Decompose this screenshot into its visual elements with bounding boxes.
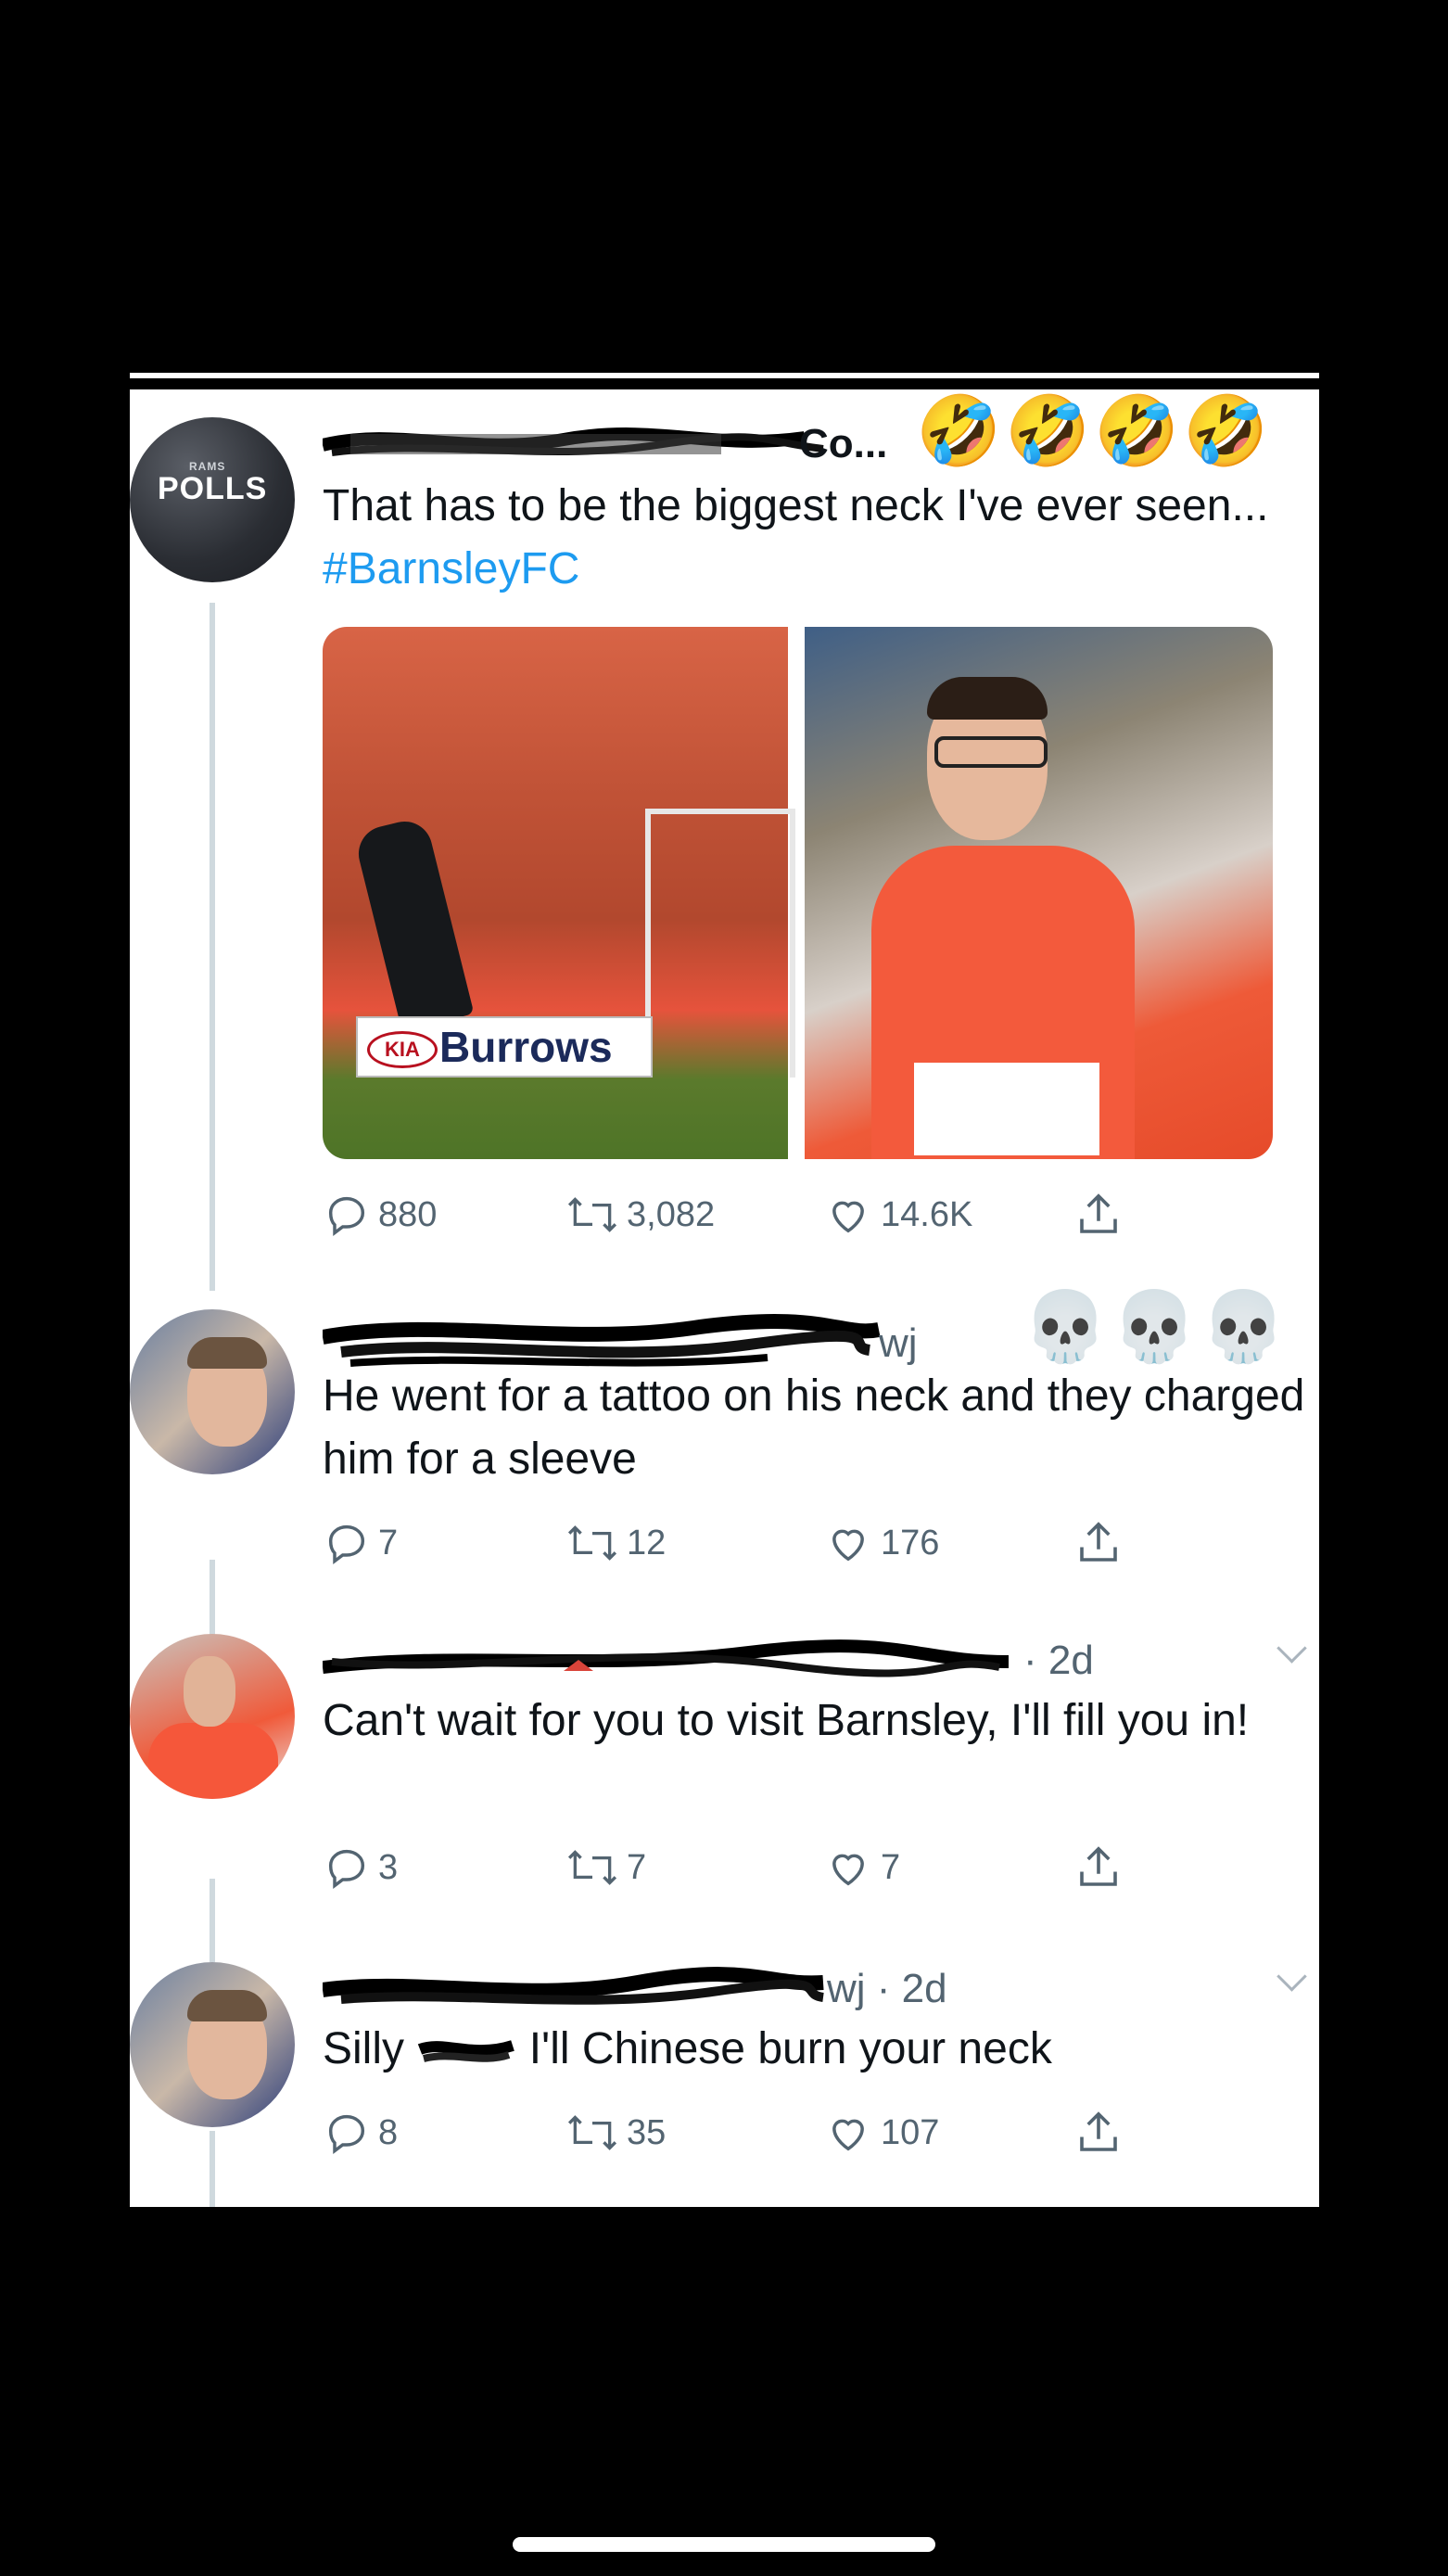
avatar[interactable]: RAMS POLLS: [130, 417, 295, 582]
share-button[interactable]: [1073, 1187, 1124, 1243]
avatar-hair: [187, 1990, 267, 2021]
tweet-text: He went for a tattoo on his neck and the…: [323, 1371, 1305, 1484]
like-count: 14.6K: [881, 1194, 973, 1234]
manager-figure: [352, 815, 475, 1032]
retweet-button[interactable]: 35: [565, 2105, 666, 2161]
share-button[interactable]: [1073, 1515, 1124, 1571]
avatar[interactable]: [130, 1634, 295, 1799]
retweet-icon: [567, 1850, 617, 1885]
tweet-text: That has to be the biggest neck I've eve…: [323, 475, 1305, 601]
board-text: Burrows: [439, 1023, 613, 1071]
tweet-body: That has to be the biggest neck I've eve…: [323, 481, 1269, 530]
tweet-actions: 880 3,082 14.6K: [323, 1187, 1250, 1243]
reply-button[interactable]: 8: [323, 2105, 398, 2161]
tweet-media[interactable]: KIA Burrows: [323, 627, 1273, 1159]
retweet-count: 3,082: [627, 1194, 716, 1234]
timestamp[interactable]: wj · 2d: [827, 1966, 947, 2012]
like-button[interactable]: 176: [823, 1515, 939, 1571]
retweet-icon: [567, 2115, 617, 2150]
share-icon: [1080, 1193, 1117, 1233]
like-count: 176: [881, 1523, 940, 1562]
redaction-scribble: [323, 427, 824, 456]
like-count: 107: [881, 2112, 940, 2152]
tweet-text: Can't wait for you to visit Barnsley, I'…: [323, 1696, 1250, 1745]
like-icon: [832, 1529, 864, 1562]
tweet-actions: 8 35 107: [323, 2105, 1250, 2161]
emoji-overlay: 🤣🤣🤣🤣: [916, 392, 1273, 469]
tweet-header: wj 💀💀💀 💀: [323, 1288, 1319, 1367]
reply-count: 880: [378, 1194, 438, 1234]
top-divider: [130, 373, 1319, 378]
share-icon: [1080, 2111, 1117, 2151]
retweet-icon: [567, 1525, 617, 1561]
thread-line: [210, 2131, 215, 2207]
retweet-count: 7: [627, 1847, 647, 1887]
kia-logo: KIA: [367, 1031, 438, 1068]
emoji-overlay: 💀💀💀 💀: [1022, 1288, 1319, 1365]
redaction-scribble: [323, 1967, 824, 2005]
hashtag-link[interactable]: #BarnsleyFC: [323, 544, 579, 593]
reply-count: 3: [378, 1847, 399, 1887]
chevron-down-icon[interactable]: [1277, 1633, 1307, 1664]
reply-button[interactable]: 880: [323, 1187, 437, 1243]
advertising-board: KIA Burrows: [356, 1016, 653, 1078]
reply-button[interactable]: 3: [323, 1840, 398, 1895]
reply-icon: [328, 1849, 365, 1889]
shirt-sponsor: [914, 1063, 1099, 1155]
retweet-count: 35: [627, 2112, 667, 2152]
share-icon: [1080, 1846, 1117, 1886]
like-button[interactable]: 14.6K: [823, 1187, 972, 1243]
reply-icon: [328, 2114, 365, 2154]
user-name[interactable]: Co...: [799, 421, 887, 467]
goal-frame: [645, 809, 795, 1078]
retweet-button[interactable]: 3,082: [565, 1187, 715, 1243]
thread-line: [210, 1879, 215, 1962]
avatar-hair: [187, 1337, 267, 1369]
timestamp[interactable]: · 2d: [1023, 1638, 1094, 1684]
reply-count: 8: [378, 2112, 399, 2152]
retweet-icon: [567, 1197, 617, 1232]
tweet-body-end: I'll Chinese burn your neck: [528, 2024, 1052, 2073]
tweet-body-start: Silly: [323, 2024, 405, 2073]
reply-button[interactable]: 7: [323, 1515, 398, 1571]
redaction-scribble: [323, 1639, 1010, 1677]
thread-line: [210, 603, 215, 1291]
fan-hair: [927, 677, 1048, 720]
retweet-button[interactable]: 7: [565, 1840, 646, 1895]
like-button[interactable]: 7: [823, 1840, 900, 1895]
tweet-text: Silly I'll Chinese burn your neck: [323, 2018, 1305, 2081]
tweet-header: · 2d: [323, 1633, 1319, 1690]
tweet-header: wj · 2d: [323, 1961, 1319, 2018]
like-icon: [832, 2119, 864, 2151]
user-handle[interactable]: wj: [879, 1320, 918, 1367]
reply-count: 7: [378, 1523, 399, 1562]
tweet-actions: 3 7 7: [323, 1840, 1250, 1895]
thread-line: [210, 1560, 215, 1643]
tweet-header: Co... 🤣🤣🤣🤣: [323, 392, 1319, 473]
chevron-down-icon[interactable]: [1277, 1961, 1307, 1992]
avatar[interactable]: [130, 1309, 295, 1474]
like-icon: [832, 1854, 864, 1886]
fan-photo[interactable]: [805, 627, 1273, 1159]
like-count: 7: [881, 1847, 901, 1887]
like-icon: [832, 1201, 864, 1233]
retweet-button[interactable]: 12: [565, 1515, 666, 1571]
avatar-face: [184, 1656, 235, 1727]
share-button[interactable]: [1073, 2105, 1124, 2161]
avatar[interactable]: [130, 1962, 295, 2127]
reply-icon: [328, 1524, 365, 1564]
share-icon: [1080, 1522, 1117, 1562]
like-button[interactable]: 107: [823, 2105, 939, 2161]
home-indicator[interactable]: [513, 2537, 935, 2552]
tweet-actions: 7 12 176: [323, 1515, 1250, 1571]
fan-glasses: [934, 736, 1048, 768]
share-button[interactable]: [1073, 1840, 1124, 1895]
avatar-label: POLLS: [158, 471, 268, 506]
reply-icon: [328, 1196, 365, 1236]
stadium-photo[interactable]: KIA Burrows: [323, 627, 795, 1159]
redaction-scribble: [418, 2040, 515, 2063]
avatar-shirt: [148, 1723, 278, 1799]
retweet-count: 12: [627, 1523, 667, 1562]
tweet-thread: RAMS POLLS Co... 🤣🤣🤣🤣 That has to be the…: [130, 389, 1319, 2207]
